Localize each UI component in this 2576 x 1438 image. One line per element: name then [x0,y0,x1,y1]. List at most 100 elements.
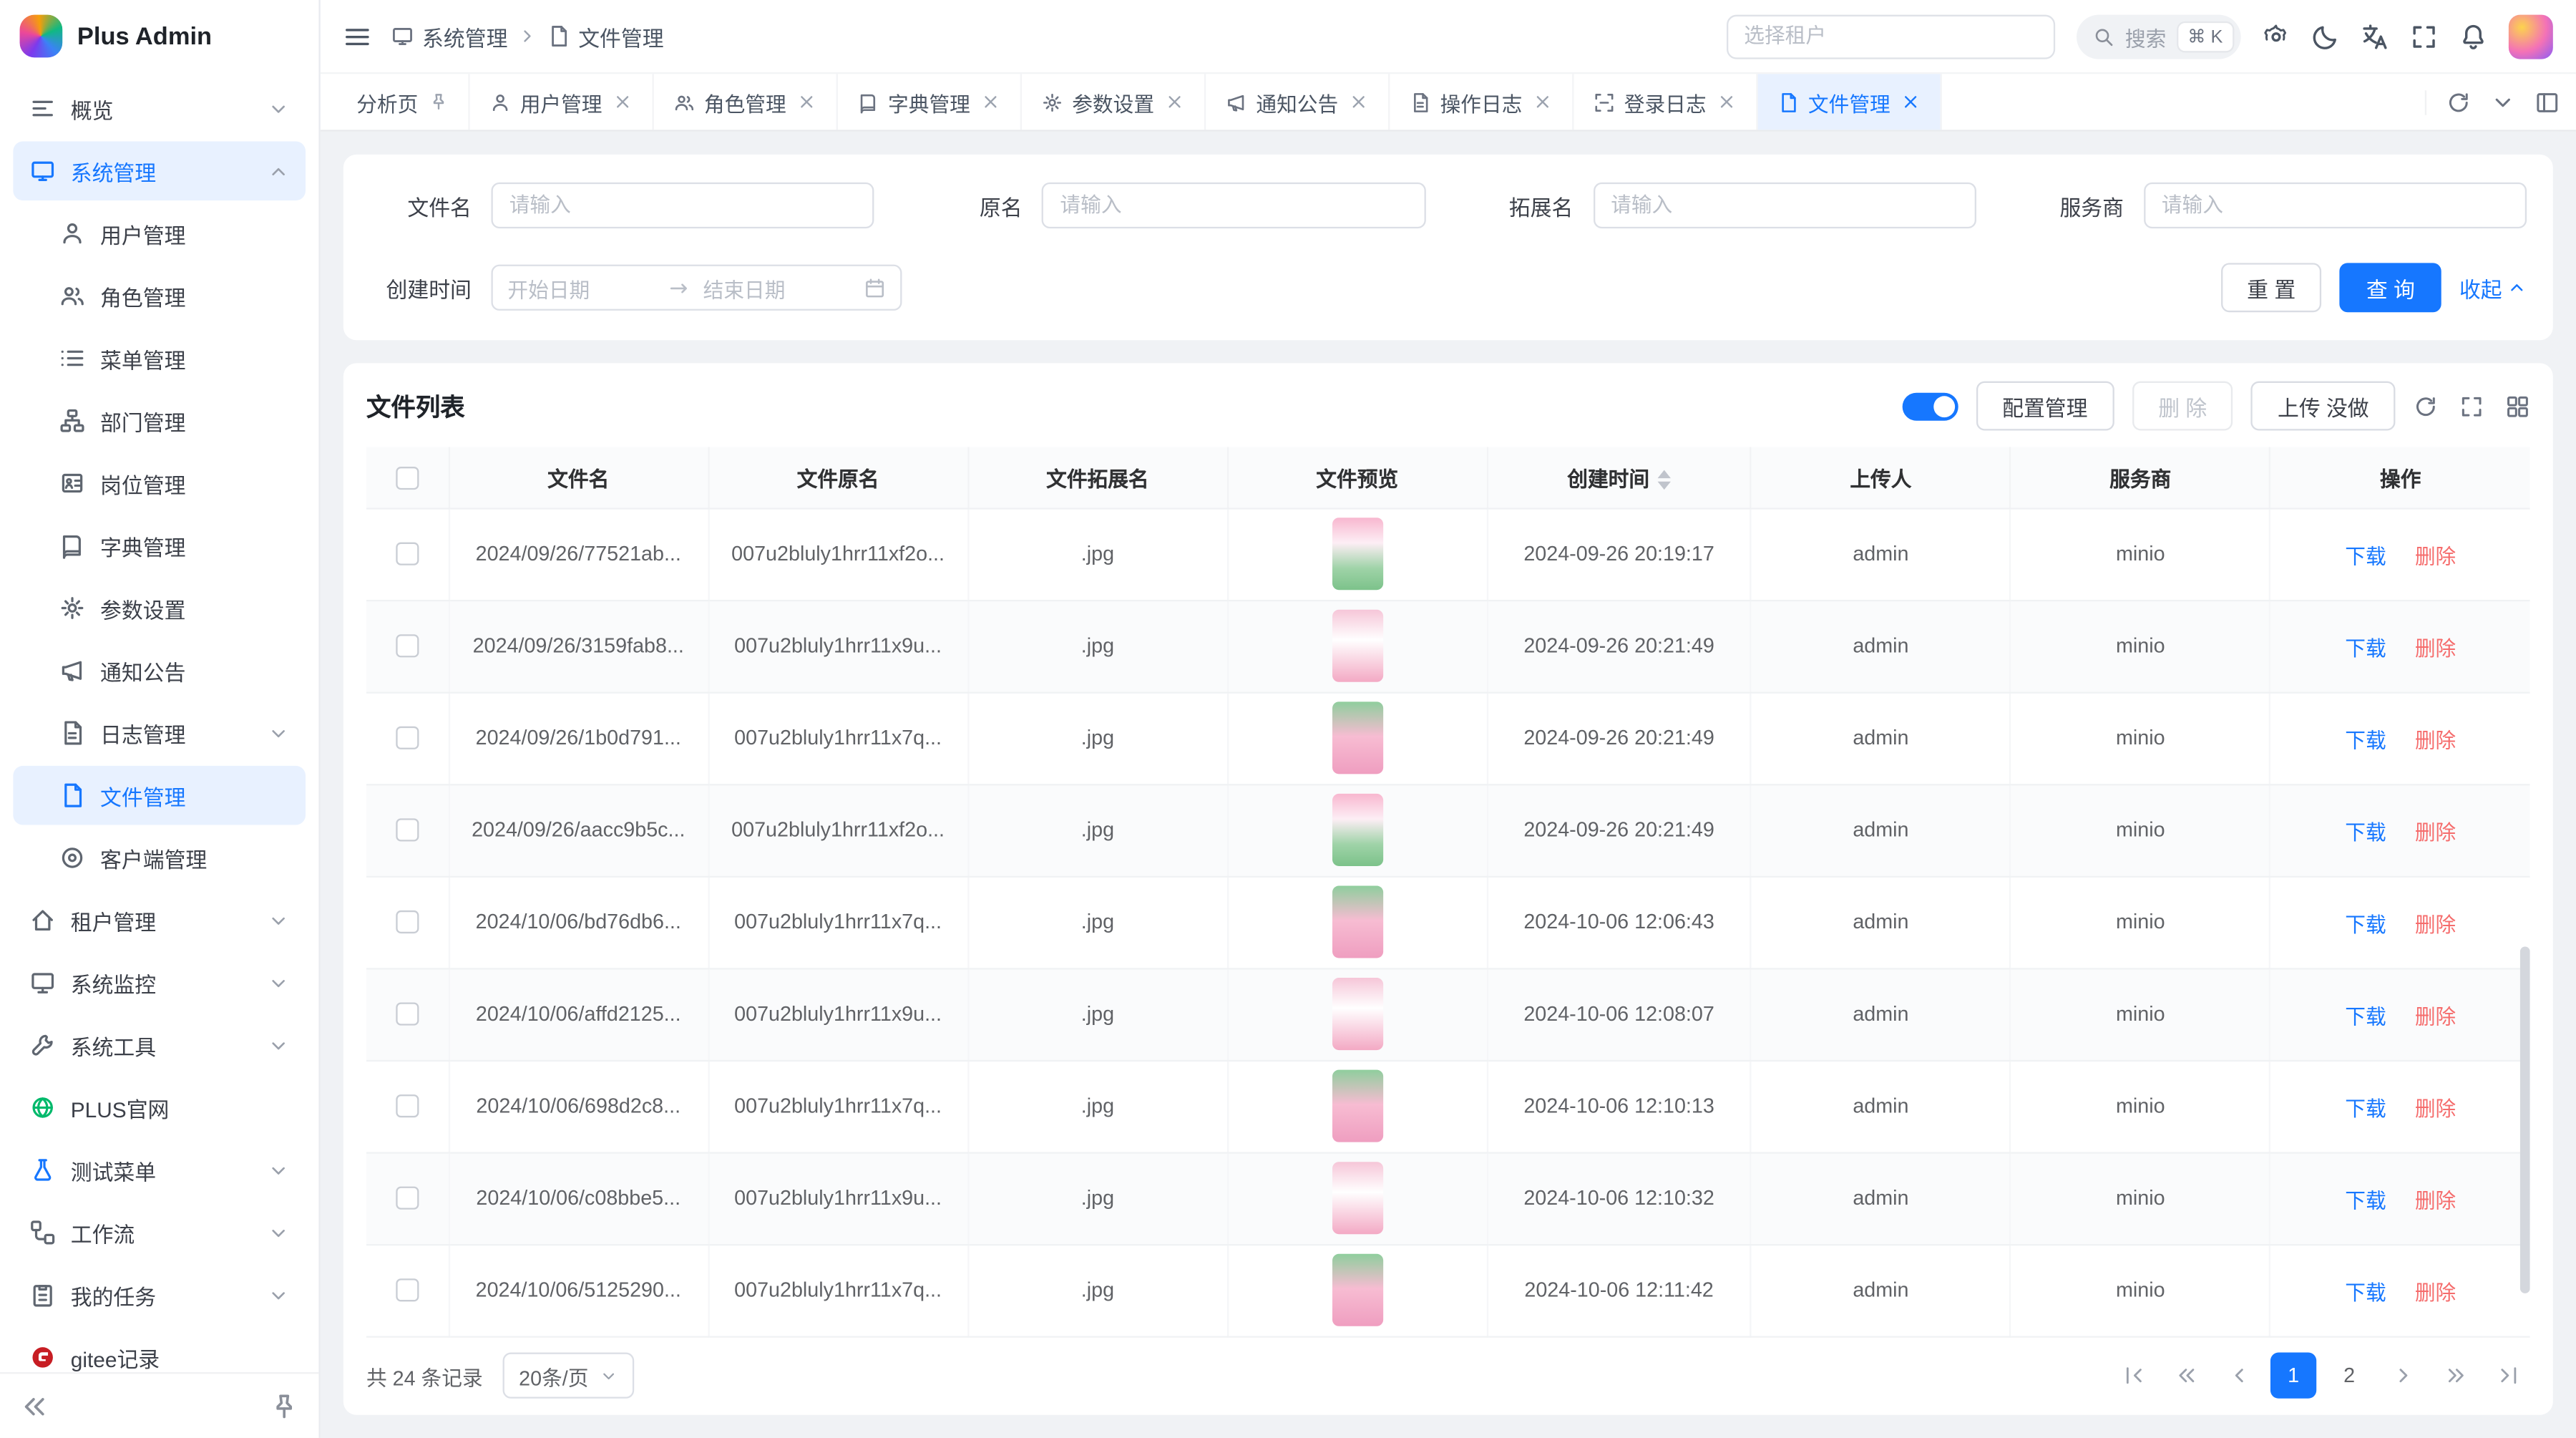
select-all-checkbox[interactable] [396,466,419,489]
file-preview-thumbnail[interactable] [1332,1254,1382,1326]
row-checkbox[interactable] [396,543,419,565]
row-checkbox[interactable] [396,911,419,934]
upload-button[interactable]: 上传 没做 [2251,382,2395,431]
expand-icon[interactable] [2459,394,2484,418]
chevron-down-icon[interactable] [2491,89,2515,114]
tab-notices[interactable]: 通知公告 [1205,74,1389,130]
file-preview-thumbnail[interactable] [1332,885,1382,958]
close-icon[interactable] [980,92,1000,112]
row-checkbox[interactable] [396,1095,419,1118]
sidebar-item-clients[interactable]: 客户端管理 [13,828,306,888]
tab-files[interactable]: 文件管理 [1757,74,1941,130]
double-chevron-right-icon[interactable] [2435,1354,2478,1397]
user-avatar[interactable] [2509,14,2553,59]
sidebar-item-tools[interactable]: 系统工具 [13,1016,306,1075]
sidebar-item-notices[interactable]: 通知公告 [13,641,306,700]
double-chevron-left-icon[interactable] [2165,1354,2208,1397]
file-preview-thumbnail[interactable] [1332,978,1382,1050]
refresh-icon[interactable] [2446,89,2471,114]
tab-op-logs[interactable]: 操作日志 [1389,74,1573,130]
sidebar-pin-icon[interactable] [270,1391,299,1420]
sidebar-collapse-icon[interactable] [20,1391,49,1420]
hamburger-icon[interactable] [343,22,371,50]
chevron-right-icon[interactable] [2382,1354,2425,1397]
reset-button[interactable]: 重 置 [2220,263,2321,312]
download-link[interactable]: 下载 [2345,729,2386,752]
download-link[interactable]: 下载 [2345,1281,2386,1304]
delete-link[interactable]: 删除 [2415,821,2456,844]
sidebar-item-workflow[interactable]: 工作流 [13,1203,306,1263]
delete-link[interactable]: 删除 [2415,1005,2456,1028]
fullscreen-icon[interactable] [2410,22,2438,50]
download-link[interactable]: 下载 [2345,1189,2386,1212]
sidebar-item-menus[interactable]: 菜单管理 [13,329,306,388]
download-link[interactable]: 下载 [2345,913,2386,936]
row-checkbox[interactable] [396,727,419,750]
filter-input-extension[interactable] [1593,183,1976,228]
download-link[interactable]: 下载 [2345,545,2386,568]
delete-link[interactable]: 删除 [2415,637,2456,660]
sidebar-item-my-tasks[interactable]: 我的任务 [13,1265,306,1325]
tab-roles[interactable]: 角色管理 [653,74,837,130]
table-vertical-scrollbar[interactable] [2520,946,2530,1293]
page-size-select[interactable]: 20条/页 [502,1353,635,1399]
sidebar-item-test-menu[interactable]: 测试菜单 [13,1140,306,1200]
sort-control[interactable] [1658,471,1671,491]
file-preview-thumbnail[interactable] [1332,1162,1382,1234]
close-icon[interactable] [1348,92,1368,112]
sidebar-item-params[interactable]: 参数设置 [13,578,306,638]
file-preview-thumbnail[interactable] [1332,701,1382,774]
page-button-2[interactable]: 2 [2326,1353,2372,1399]
close-icon[interactable] [612,92,632,112]
delete-link[interactable]: 删除 [2415,1097,2456,1120]
sidebar-item-system[interactable]: 系统管理 [13,141,306,200]
sidebar-item-overview[interactable]: 概览 [13,79,306,138]
download-link[interactable]: 下载 [2345,1097,2386,1120]
tab-dicts[interactable]: 字典管理 [837,74,1021,130]
filter-input-provider[interactable] [2144,183,2527,228]
sidebar-item-tenants[interactable]: 租户管理 [13,890,306,950]
filter-input-original-name[interactable] [1042,183,1425,228]
page-last-icon[interactable] [2487,1354,2530,1397]
page-first-icon[interactable] [2113,1354,2156,1397]
layout-icon[interactable] [2535,89,2560,114]
delete-link[interactable]: 删除 [2415,913,2456,936]
close-icon[interactable] [1901,92,1921,112]
close-icon[interactable] [1716,92,1736,112]
close-icon[interactable] [1532,92,1552,112]
breadcrumb-item-files[interactable]: 文件管理 [547,21,664,52]
tab-params[interactable]: 参数设置 [1021,74,1205,130]
page-button-1[interactable]: 1 [2270,1353,2316,1399]
sidebar-item-logs[interactable]: 日志管理 [13,704,306,763]
pin-icon[interactable] [428,92,448,112]
row-checkbox[interactable] [396,1003,419,1026]
sidebar-item-posts[interactable]: 岗位管理 [13,454,306,513]
delete-link[interactable]: 删除 [2415,1281,2456,1304]
filter-input-file-name[interactable] [491,183,874,228]
file-preview-thumbnail[interactable] [1332,610,1382,682]
global-search-button[interactable]: 搜索 ⌘ K [2076,14,2241,59]
breadcrumb-item-system[interactable]: 系统管理 [391,21,507,52]
created-time-range-input[interactable]: 开始日期 结束日期 [491,265,902,311]
sidebar-item-plus-site[interactable]: PLUS官网 [13,1078,306,1137]
delete-link[interactable]: 删除 [2415,545,2456,568]
close-icon[interactable] [796,92,816,112]
refresh-icon[interactable] [2414,394,2438,418]
tab-users[interactable]: 用户管理 [469,74,653,130]
moon-icon[interactable] [2311,22,2339,50]
row-checkbox[interactable] [396,819,419,842]
tenant-select-input[interactable] [1726,14,2054,59]
sidebar-item-files[interactable]: 文件管理 [13,766,306,825]
sidebar-item-users[interactable]: 用户管理 [13,204,306,263]
file-preview-thumbnail[interactable] [1332,794,1382,866]
delete-link[interactable]: 删除 [2415,1189,2456,1212]
file-preview-thumbnail[interactable] [1332,518,1382,590]
file-preview-thumbnail[interactable] [1332,1070,1382,1142]
sidebar-item-monitor[interactable]: 系统监控 [13,953,306,1013]
download-link[interactable]: 下载 [2345,821,2386,844]
download-link[interactable]: 下载 [2345,637,2386,660]
sidebar-item-roles[interactable]: 角色管理 [13,266,306,326]
chevron-left-icon[interactable] [2218,1354,2260,1397]
collapse-filter-link[interactable]: 收起 [2459,272,2527,303]
sidebar-item-departments[interactable]: 部门管理 [13,391,306,450]
